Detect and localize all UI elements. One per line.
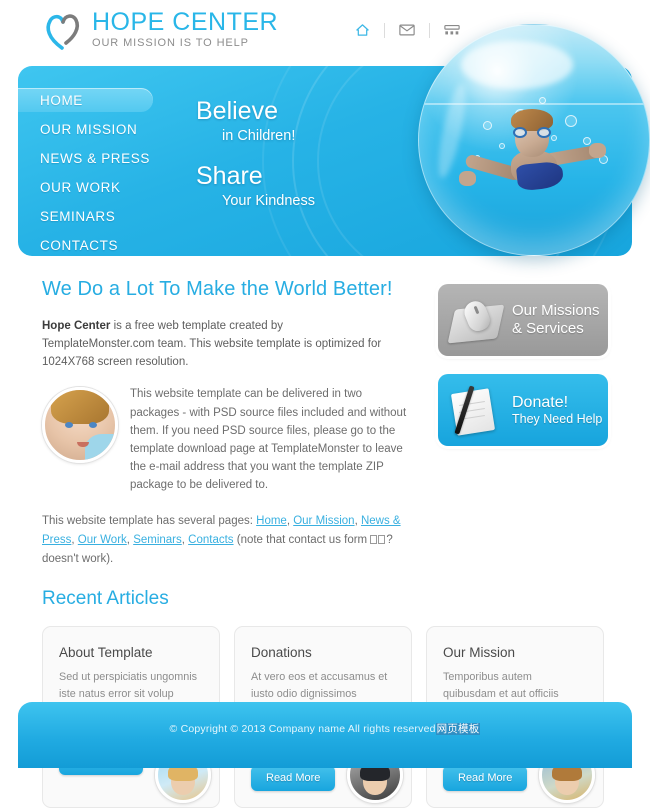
slogan-in-children: in Children! [222,127,296,144]
main-navigation: HOME OUR MISSION NEWS & PRESS OUR WORK S… [18,88,153,256]
bubble [539,97,546,104]
pages-note: This website template has several pages:… [42,515,401,565]
site-logo[interactable]: HOPE CENTER OUR MISSION IS TO HELP [42,7,278,53]
cta-missions-line2: & Services [512,320,584,337]
link-seminars[interactable]: Seminars [133,534,182,546]
about-row: This website template can be delivered i… [42,385,407,494]
cta-missions-line1: Our Missions [512,301,600,319]
cta-button-group: Our Missions & Services Donate! They Nee… [438,284,608,464]
nav-item-news-press[interactable]: NEWS & PRESS [18,146,153,170]
notepad-pen-icon [450,383,504,437]
slogan-your-kindness: Your Kindness [222,192,315,209]
nav-item-our-mission[interactable]: OUR MISSION [18,117,153,141]
hero-banner: HOME OUR MISSION NEWS & PRESS OUR WORK S… [18,24,650,256]
recent-articles-heading: Recent Articles [42,588,169,610]
glass-glare [461,41,573,89]
article-title: About Template [59,645,153,661]
cta-donate-line2: They Need Help [512,412,603,427]
nav-item-home[interactable]: HOME [18,88,153,112]
hero-slogan: Believe in Children! Share Your Kindness [196,97,315,213]
cn-watermark: 网页模板 [435,723,481,735]
mail-icon[interactable] [385,24,429,36]
pages-note-suffix: (note that contact us form [233,534,371,547]
main-content: Our Missions & Services Donate! They Nee… [0,256,650,568]
mouse-icon [447,293,505,347]
read-more-button[interactable]: Read More [251,765,336,792]
our-missions-services-button[interactable]: Our Missions & Services [438,284,608,356]
slogan-believe: Believe [196,97,278,125]
cta-donate-line1: Donate! [512,393,569,411]
copyright-text: © Copyright © 2013 Company name All righ… [170,721,481,736]
fishbowl-image [418,24,650,256]
intro-strong: Hope Center [42,320,111,332]
child-swim-trunks [515,160,565,192]
link-home[interactable]: Home [256,515,287,527]
child-goggles [513,127,551,138]
article-title: Our Mission [443,645,516,661]
logo-tagline: OUR MISSION IS TO HELP [92,37,249,50]
child-hand-left [459,171,476,186]
donate-button[interactable]: Donate! They Need Help [438,374,608,446]
logo-title: HOPE CENTER [92,8,279,37]
nav-item-seminars[interactable]: SEMINARS [18,204,153,228]
article-text-before: Temporibus autem quibusdam et aut offici… [443,671,559,700]
link-contacts[interactable]: Contacts [188,534,233,546]
recent-articles-section: Recent Articles About Template Sed ut pe… [0,568,650,808]
link-our-mission[interactable]: Our Mission [293,515,354,527]
intro-paragraph: Hope Center is a free web template creat… [42,317,387,371]
pages-note-prefix: This website template has several pages: [42,515,257,528]
avatar [42,387,118,464]
sitemap-icon[interactable] [430,24,474,36]
heart-logo-icon [42,8,84,52]
swimming-child [459,105,606,197]
glass-glare [433,82,471,180]
link-our-work[interactable]: Our Work [78,534,127,546]
child-hand-right [589,143,606,158]
home-icon[interactable] [340,23,384,37]
about-paragraph: This website template can be delivered i… [130,388,407,492]
slogan-share: Share [196,162,263,191]
header-icon-bar [340,22,474,38]
missing-glyph-box [370,535,378,545]
article-title: Donations [251,645,312,661]
missing-glyph-box [378,535,386,545]
copyright-label: © Copyright © 2013 Company name All righ… [169,723,436,735]
nav-item-contacts[interactable]: CONTACTS [18,233,153,256]
read-more-button[interactable]: Read More [443,765,528,792]
site-footer: © Copyright © 2013 Company name All righ… [18,702,632,768]
nav-item-our-work[interactable]: OUR WORK [18,175,153,199]
